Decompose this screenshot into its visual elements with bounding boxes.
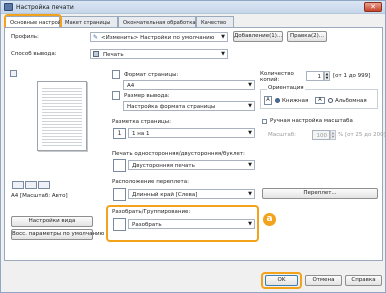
- ok-button[interactable]: OK: [265, 275, 298, 286]
- page-layout-icon: 1: [113, 128, 126, 139]
- copies-input[interactable]: 1: [306, 71, 324, 81]
- output-method-label: Способ вывода:: [11, 51, 57, 57]
- landscape-radio[interactable]: [328, 98, 333, 103]
- portrait-label: Книжная: [282, 98, 309, 104]
- chevron-down-icon: ▼: [248, 191, 252, 197]
- landscape-icon: A: [315, 97, 325, 104]
- printer-icon: [4, 3, 13, 11]
- manual-scaling-checkbox[interactable]: [262, 119, 267, 124]
- copies-spinner[interactable]: ▲ ▼: [324, 71, 330, 81]
- collate-highlight: [106, 205, 259, 242]
- chevron-down-icon: ▼: [248, 82, 252, 88]
- page-layout-label: Разметка страницы:: [112, 119, 171, 125]
- binding-select[interactable]: Длинный край [Слева] ▼: [128, 189, 255, 199]
- preview-mode-icon[interactable]: [10, 70, 17, 77]
- collate-preview-icon: [38, 181, 50, 189]
- output-size-select[interactable]: Настройка формата страницы ▼: [123, 101, 255, 111]
- callout-badge: a: [263, 213, 276, 226]
- portrait-radio[interactable]: [275, 98, 280, 103]
- print-settings-window: Настройка печати ✕ Основные настройки Ма…: [0, 0, 386, 293]
- page-size-select[interactable]: A4 ▼: [123, 80, 255, 90]
- output-method-select[interactable]: Печать ▼: [90, 49, 228, 59]
- duplex-preview-icon: [12, 181, 24, 189]
- duplex-icon: [113, 159, 126, 172]
- print-style-select[interactable]: Двусторонняя печать ▼: [128, 160, 255, 170]
- pencil-icon: ✎: [93, 34, 99, 41]
- preview-text-lines: [42, 86, 82, 146]
- page-preview: [37, 81, 87, 151]
- page-order-icon: [25, 181, 37, 189]
- copies-label: Количество копий:: [260, 71, 294, 83]
- binding-label: Расположение переплета:: [112, 179, 189, 185]
- profile-select[interactable]: ✎ <Изменить> Настройки по умолчанию ▼: [90, 32, 228, 42]
- scale-spinner[interactable]: ▲ ▼: [330, 130, 336, 140]
- page-layout-select[interactable]: 1 на 1 ▼: [128, 128, 255, 138]
- cancel-button[interactable]: Отмена: [305, 275, 342, 286]
- print-icon: [93, 51, 99, 57]
- page-size-icon: [112, 70, 120, 79]
- add-profile-button[interactable]: Добавление(1)...: [233, 31, 283, 42]
- help-button[interactable]: Справка: [345, 275, 382, 286]
- orientation-label: Ориентация: [267, 85, 305, 91]
- chevron-down-icon: ▼: [248, 162, 252, 168]
- chevron-down-icon: ▼: [221, 34, 225, 40]
- output-size-icon: [112, 91, 120, 100]
- scale-label: Масштаб:: [268, 132, 296, 138]
- manual-scaling-label: Ручная настройка масштаба: [270, 118, 353, 124]
- profile-label: Профиль:: [11, 34, 39, 40]
- chevron-down-icon: ▼: [248, 130, 252, 136]
- chevron-down-icon: ▼: [221, 51, 225, 57]
- print-style-label: Печать односторонняя/двусторонняя/буклет…: [112, 151, 245, 157]
- chevron-down-icon: ▼: [248, 103, 252, 109]
- restore-defaults-button[interactable]: Восс. параметры по умолчанию: [11, 229, 104, 240]
- landscape-label: Альбомная: [335, 98, 367, 104]
- view-settings-button[interactable]: Настройки вида: [11, 216, 93, 227]
- scale-input[interactable]: 100: [312, 130, 330, 140]
- output-size-label: Размер вывода:: [124, 93, 170, 99]
- page-size-label: Формат страницы:: [124, 72, 179, 78]
- window-title: Настройка печати: [16, 4, 74, 11]
- binding-icon: [113, 188, 126, 201]
- scale-range: % [от 25 до 200]: [338, 132, 386, 138]
- title-bar: Настройка печати ✕: [1, 1, 385, 14]
- preview-caption: A4 [Масштаб: Авто]: [11, 193, 68, 199]
- binding-button[interactable]: Переплет...: [262, 188, 378, 199]
- copies-range: [от 1 до 999]: [333, 73, 371, 79]
- edit-profile-button[interactable]: Правка(2)...: [287, 31, 327, 42]
- portrait-icon: A: [264, 96, 272, 105]
- close-button[interactable]: ✕: [364, 2, 382, 12]
